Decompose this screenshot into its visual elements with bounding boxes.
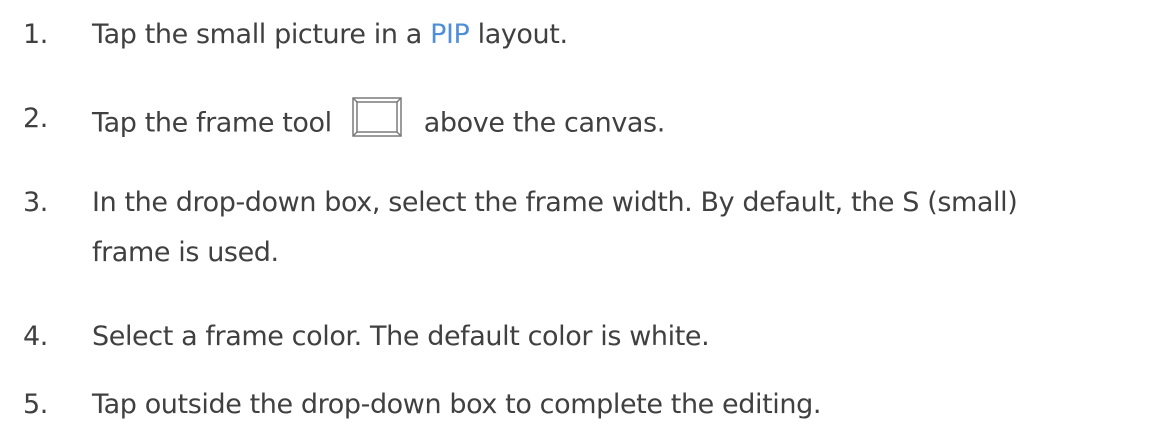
- step-text-before: Tap the small picture in a: [92, 19, 431, 50]
- step-text: Select a frame color. The default color …: [92, 321, 710, 352]
- step-text: Tap the frame tool above the canvas.: [92, 97, 1150, 145]
- step-number: 3.: [23, 187, 48, 218]
- step-number: 1.: [23, 19, 48, 50]
- step-text: Tap the small picture in a PIP layout.: [92, 19, 1150, 51]
- step-text-line-2: frame is used.: [92, 237, 279, 268]
- frame-tool-icon: [352, 97, 402, 145]
- step-text-after: above the canvas.: [423, 107, 666, 139]
- step-text-line-1: In the drop-down box, select the frame w…: [92, 187, 1018, 218]
- step-text-before: Tap the frame tool: [92, 107, 332, 139]
- step-number: 4.: [23, 321, 48, 352]
- pip-link[interactable]: PIP: [430, 19, 470, 50]
- step-text: Tap outside the drop-down box to complet…: [92, 389, 822, 420]
- step-number: 5.: [23, 389, 48, 420]
- step-text-after: layout.: [469, 19, 568, 50]
- step-number: 2.: [23, 103, 48, 134]
